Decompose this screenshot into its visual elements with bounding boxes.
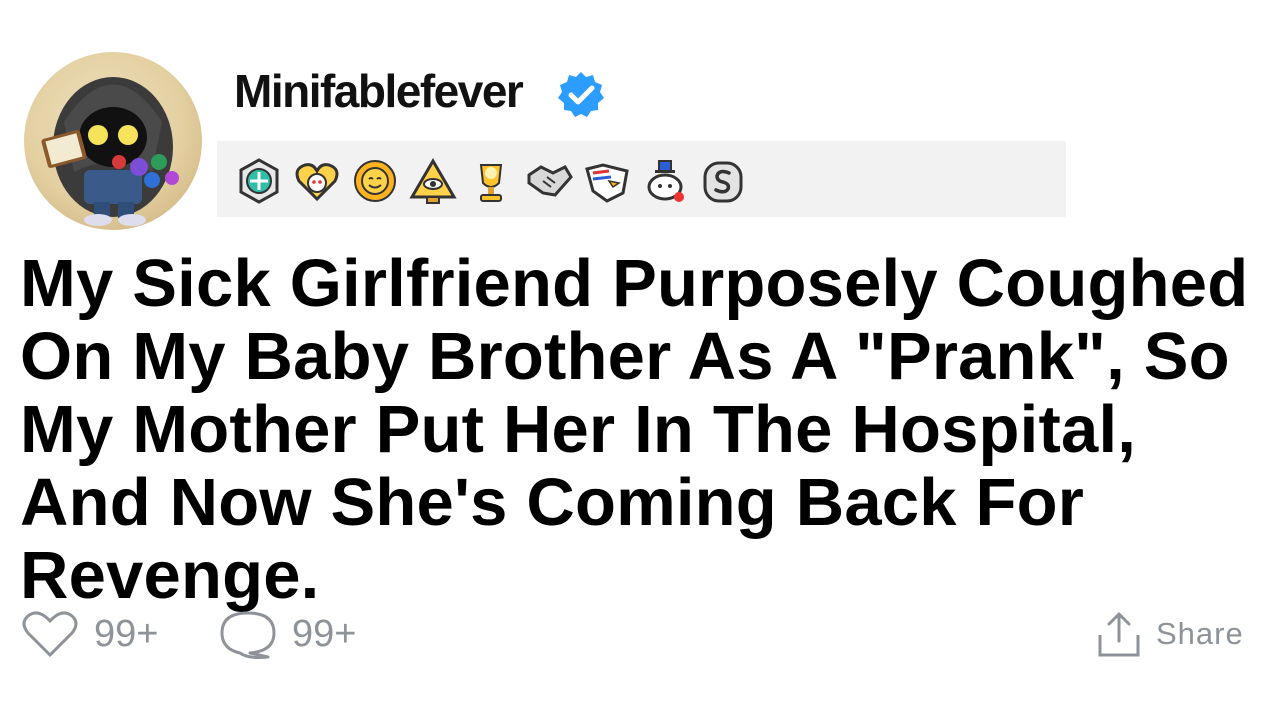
wholesome-heart-icon[interactable] [293, 157, 341, 205]
helpful-hexagon-icon[interactable] [235, 157, 283, 205]
author-username[interactable]: Minifablefever [234, 64, 524, 118]
snoo-hat-icon[interactable] [641, 157, 689, 205]
share-button[interactable]: Share [1096, 610, 1244, 658]
awards-bar [217, 141, 1066, 217]
eye-pyramid-icon[interactable] [409, 157, 457, 205]
comment-button[interactable]: 99+ [218, 610, 357, 659]
comment-bubble-icon [220, 611, 276, 659]
verified-badge-icon [558, 72, 604, 117]
sunny-face-icon[interactable] [351, 157, 399, 205]
hooded-wizard-illustration [41, 77, 179, 226]
like-count: 99+ [94, 612, 159, 655]
gold-trophy-icon[interactable] [467, 157, 515, 205]
heart-icon [22, 611, 78, 658]
silver-s-icon[interactable] [699, 157, 747, 205]
like-button[interactable]: 99+ [20, 610, 158, 658]
author-avatar[interactable] [24, 52, 202, 230]
handshake-icon[interactable] [525, 157, 573, 205]
comment-count: 99+ [292, 612, 357, 655]
share-upload-icon [1098, 612, 1140, 657]
share-label: Share [1156, 616, 1244, 651]
eagle-flag-icon[interactable] [583, 157, 631, 205]
post-title: My Sick Girlfriend Purposely Coughed On … [20, 246, 1249, 613]
